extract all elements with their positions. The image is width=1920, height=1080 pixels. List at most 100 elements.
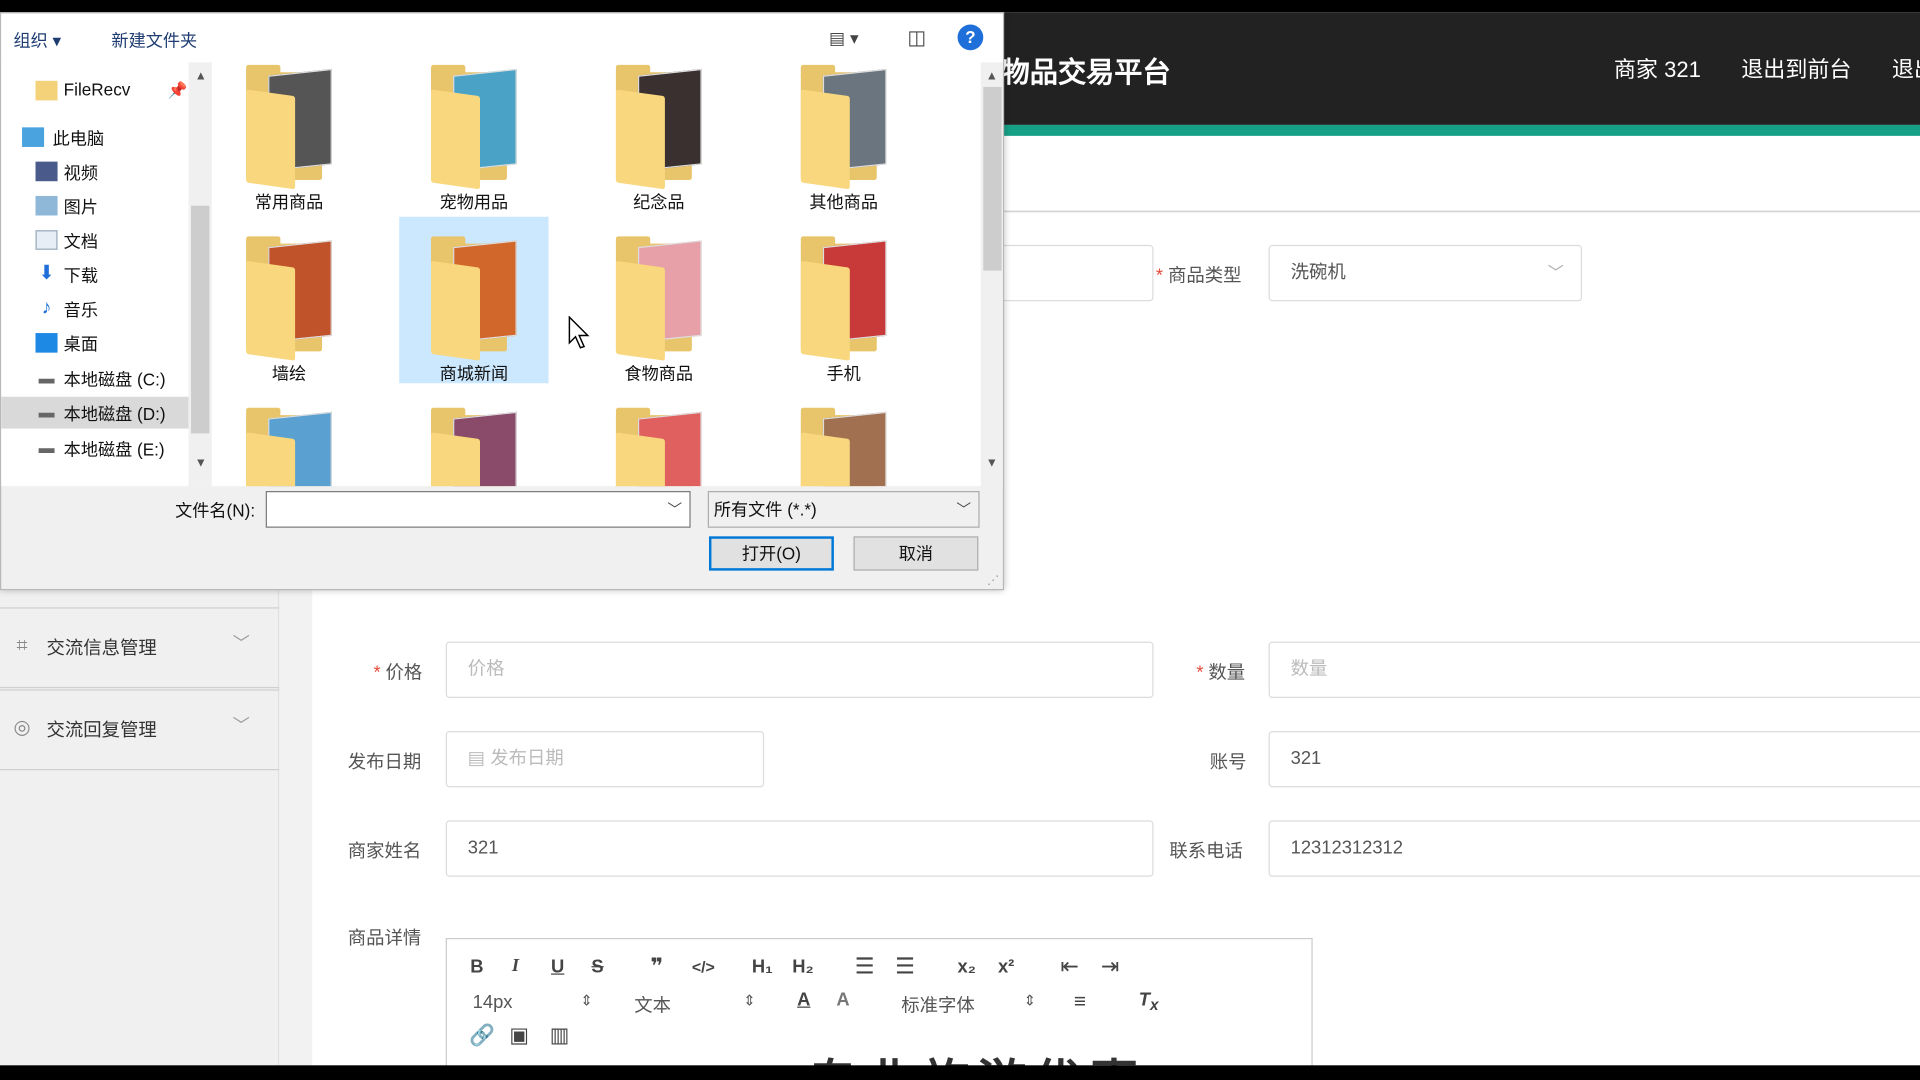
tree-item-label: 桌面 — [63, 334, 98, 354]
tree-item-pictures[interactable]: 图片 — [1, 190, 188, 222]
file-open-dialog: 组织 ▾ 新建文件夹 ▤ ▾ ◫ ? FileRecv 📌 此电脑 视频 图片 — [0, 12, 1005, 591]
open-button[interactable]: 打开(O) — [708, 536, 834, 571]
quantity-input[interactable]: 数量 — [1268, 641, 1920, 698]
clear-format-button[interactable]: Tx — [1139, 989, 1159, 1013]
outdent-icon[interactable]: ⇤ — [1060, 954, 1078, 980]
filename-label: 文件名(N): — [175, 500, 256, 521]
italic-button[interactable]: I — [512, 956, 519, 977]
folder-tile[interactable]: 其他商品 — [769, 62, 918, 212]
top-strip — [0, 0, 1920, 13]
publish-date-picker[interactable]: ▤ 发布日期 — [445, 731, 765, 788]
tree-item-label: 本地磁盘 (C:) — [63, 369, 166, 390]
font-color-button[interactable]: A — [797, 989, 810, 1010]
folder-icon — [800, 236, 889, 361]
picture-icon — [35, 195, 58, 216]
folder-tile[interactable]: 商城新闻 — [399, 216, 549, 384]
product-type-select[interactable]: 洗碗机 ﹀ — [1268, 244, 1583, 302]
bold-button[interactable]: B — [470, 956, 483, 977]
chevron-down-icon: ﹀ — [956, 500, 972, 518]
scroll-up-icon[interactable]: ▲ — [986, 70, 998, 83]
tree-item-this-pc[interactable]: 此电脑 — [1, 121, 188, 153]
updown-icon: ⇕ — [743, 991, 756, 1009]
blockquote-button[interactable]: ❞ — [650, 954, 663, 980]
resize-grip-icon[interactable]: ⋰ — [987, 574, 999, 587]
superscript-button[interactable]: x² — [998, 956, 1014, 977]
preview-pane-icon[interactable]: ◫ — [907, 26, 926, 50]
folder-name: 手机 — [826, 363, 861, 384]
product-detail-label: 商品详情 — [347, 928, 422, 949]
folder-tile[interactable]: 常用商品 — [214, 62, 363, 212]
folder-tile[interactable]: 墙绘 — [214, 217, 363, 383]
subscript-button[interactable]: x₂ — [958, 956, 976, 977]
background-color-button[interactable]: A — [836, 989, 849, 1010]
price-input[interactable]: 价格 — [445, 641, 1154, 698]
file-scroll-thumb[interactable] — [983, 86, 1002, 271]
folder-tile[interactable]: 宠物用品 — [399, 62, 548, 212]
folder-icon — [615, 64, 704, 190]
tree-item-videos[interactable]: 视频 — [1, 156, 188, 188]
strike-button[interactable]: S — [591, 956, 603, 977]
folder-tile[interactable]: 纪念品 — [584, 62, 733, 212]
scroll-down-icon[interactable]: ▼ — [195, 457, 207, 470]
sidebar-item-reply-management[interactable]: ◎ 交流回复管理 ﹀ — [0, 689, 280, 771]
organize-menu[interactable]: 组织 ▾ — [13, 28, 61, 52]
indent-icon[interactable]: ⇥ — [1101, 954, 1119, 980]
folder-name: 纪念品 — [633, 192, 685, 212]
sidebar-item-message-management[interactable]: ⌗ 交流信息管理 ﹀ — [0, 607, 280, 689]
filename-input[interactable]: ﹀ — [265, 491, 691, 528]
brand-title: 物品交易平台 — [1001, 56, 1171, 89]
scroll-down-icon[interactable]: ▼ — [986, 457, 998, 470]
view-options-icon[interactable]: ▤ ▾ — [829, 28, 859, 49]
image-icon[interactable]: ▣ — [509, 1024, 529, 1048]
tree-item-label: 图片 — [63, 197, 98, 217]
underline-button[interactable]: U — [551, 956, 564, 977]
scroll-up-icon[interactable]: ▲ — [195, 70, 207, 83]
header1-button[interactable]: H₁ — [752, 956, 773, 977]
code-block-button[interactable]: </> — [692, 958, 715, 976]
folder-icon — [615, 407, 704, 487]
phone-input[interactable]: 12312312312 — [1268, 820, 1920, 877]
folder-icon — [431, 236, 519, 361]
folder-icon — [615, 236, 704, 361]
screen: 物品交易平台 商家 321 退出到前台 退出 ⌗ 交流信息管理 ﹀ ◎ 交流回复… — [0, 0, 1920, 1080]
folder-tile[interactable]: 手机 — [769, 217, 918, 384]
tree-item-drive-c[interactable]: ▬ 本地磁盘 (C:) — [1, 362, 188, 394]
bullet-list-icon[interactable]: ☰ — [895, 954, 915, 980]
ring-icon: ◎ — [13, 717, 31, 739]
folder-tile[interactable] — [769, 388, 918, 487]
tree-item-desktop[interactable]: 桌面 — [1, 327, 188, 359]
tree-item-drive-e[interactable]: ▬ 本地磁盘 (E:) — [1, 432, 188, 464]
align-icon[interactable]: ≡ — [1074, 989, 1086, 1013]
tree-item-filerecv[interactable]: FileRecv 📌 — [1, 75, 188, 107]
folder-icon — [800, 64, 889, 190]
nav-merchant-account[interactable]: 商家 321 — [1614, 53, 1701, 85]
ordered-list-icon[interactable]: ☰ — [855, 954, 875, 980]
video-icon[interactable]: ▥ — [550, 1024, 570, 1048]
cancel-button[interactable]: 取消 — [853, 536, 979, 571]
header2-button[interactable]: H₂ — [792, 956, 813, 977]
filetype-select[interactable]: 所有文件 (*.*) ﹀ — [707, 491, 980, 528]
tree-item-label: 此电脑 — [52, 128, 105, 149]
new-folder-button[interactable]: 新建文件夹 — [111, 28, 197, 52]
drive-icon: ▬ — [38, 438, 55, 457]
nav-logout[interactable]: 退出 — [1892, 53, 1920, 85]
paragraph-select[interactable]: 文本 — [634, 992, 671, 1018]
tree-item-music[interactable]: ♪ 音乐 — [1, 293, 188, 325]
tree-item-documents[interactable]: 文档 — [1, 224, 188, 256]
tree-scroll-thumb[interactable] — [191, 205, 210, 434]
link-icon[interactable]: 🔗 — [469, 1024, 495, 1048]
font-size-select[interactable]: 14px — [473, 992, 513, 1013]
folder-tile[interactable] — [399, 388, 548, 487]
tree-item-label: 文档 — [63, 231, 98, 252]
tree-item-downloads[interactable]: ⬇ 下载 — [1, 258, 188, 290]
merchant-name-input[interactable]: 321 — [445, 820, 1154, 877]
nav-exit-to-front[interactable]: 退出到前台 — [1741, 53, 1851, 85]
help-icon[interactable]: ? — [957, 24, 984, 51]
folder-tile[interactable]: 食物商品 — [584, 217, 733, 383]
tree-item-drive-d[interactable]: ▬ 本地磁盘 (D:) — [1, 396, 189, 429]
product-name-input[interactable] — [1001, 244, 1154, 302]
font-family-select[interactable]: 标准字体 — [901, 992, 974, 1018]
folder-tile[interactable] — [214, 388, 363, 487]
folder-tile[interactable] — [584, 388, 733, 487]
account-input[interactable]: 321 — [1268, 731, 1920, 788]
